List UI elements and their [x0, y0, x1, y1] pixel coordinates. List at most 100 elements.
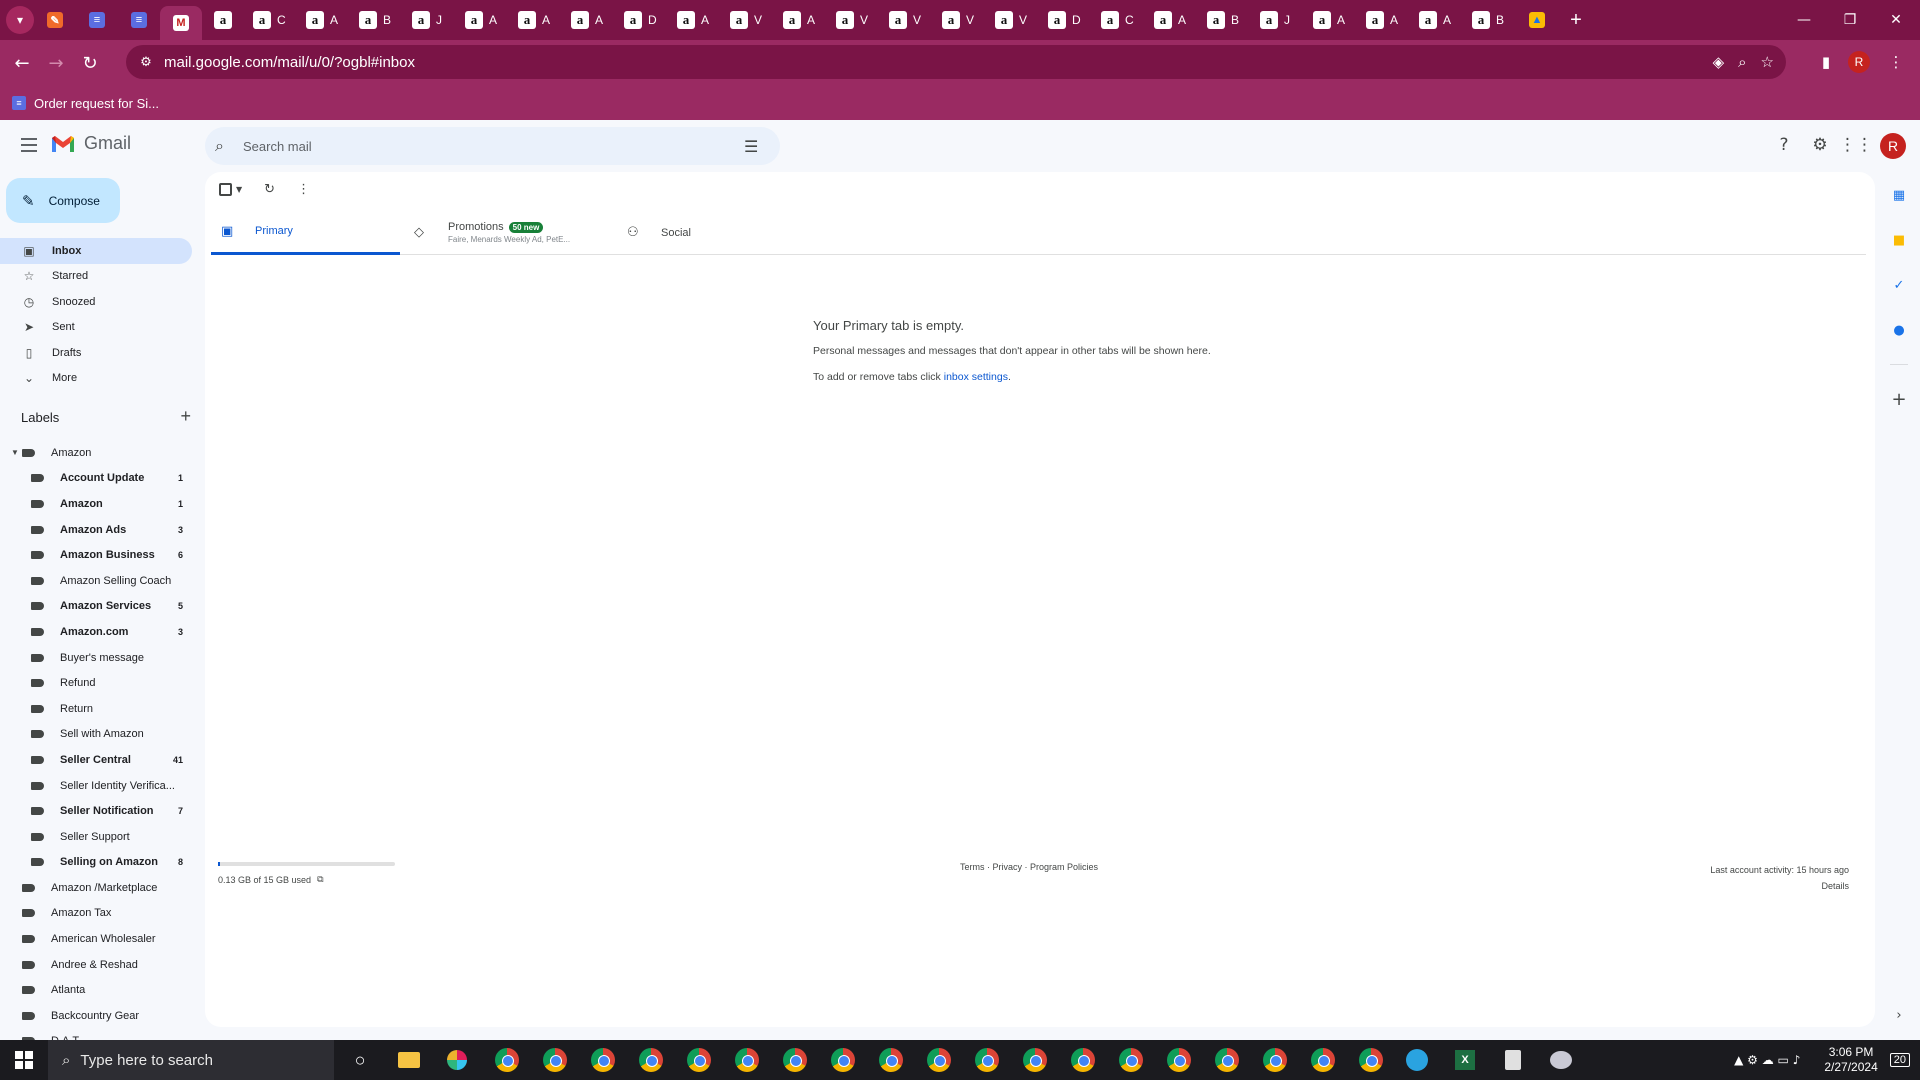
compose-button[interactable]: ✎ Compose: [6, 178, 120, 223]
chrome-taskbar-icon[interactable]: [917, 1040, 961, 1080]
chrome-taskbar-icon[interactable]: [773, 1040, 817, 1080]
label-item[interactable]: Seller Identity Verifica...: [0, 773, 192, 799]
chrome-taskbar-icon[interactable]: [1205, 1040, 1249, 1080]
tab-gmail-active[interactable]: M: [160, 6, 202, 40]
chrome-taskbar-icon[interactable]: [725, 1040, 769, 1080]
tab-primary[interactable]: ▣ Primary: [211, 210, 400, 255]
keep-icon[interactable]: ■: [1890, 231, 1908, 249]
browser-tab[interactable]: aA: [774, 4, 827, 36]
chrome-taskbar-icon[interactable]: [821, 1040, 865, 1080]
clock[interactable]: 3:06 PM 2/27/2024: [1824, 1045, 1877, 1075]
browser-tab[interactable]: aV: [986, 4, 1039, 36]
slack-icon[interactable]: [435, 1040, 479, 1080]
tab[interactable]: a: [202, 4, 244, 36]
chrome-taskbar-icon[interactable]: [1253, 1040, 1297, 1080]
chrome-taskbar-icon[interactable]: [869, 1040, 913, 1080]
select-all-checkbox[interactable]: ▼: [219, 183, 242, 196]
label-item[interactable]: ▼ Amazon: [0, 440, 192, 466]
search-options-icon[interactable]: ☰: [744, 137, 764, 156]
reload-button[interactable]: ↻: [73, 46, 107, 80]
nav-item-more[interactable]: ⌄ More: [0, 366, 192, 392]
label-item[interactable]: Account Update 1: [0, 466, 192, 492]
bookmark-star-icon[interactable]: ☆: [1761, 53, 1774, 71]
label-item[interactable]: Andree & Reshad: [0, 952, 192, 978]
caret-down-icon[interactable]: ▼: [11, 448, 19, 457]
main-menu-button[interactable]: [14, 130, 44, 160]
refresh-icon[interactable]: ↻: [264, 182, 275, 197]
label-item[interactable]: American Wholesaler: [0, 926, 192, 952]
browser-tab[interactable]: aA: [509, 4, 562, 36]
chrome-taskbar-icon[interactable]: [1301, 1040, 1345, 1080]
bookmark-item[interactable]: ≡ Order request for Si...: [12, 96, 159, 111]
more-actions-icon[interactable]: ⋮: [297, 182, 310, 197]
file-explorer-icon[interactable]: [387, 1040, 431, 1080]
label-item[interactable]: Seller Notification 7: [0, 798, 192, 824]
settings-gear-icon[interactable]: ⚙: [1805, 130, 1835, 160]
tab-search-button[interactable]: ▾: [6, 6, 34, 34]
address-bar[interactable]: ⚙ mail.google.com/mail/u/0/?ogbl#inbox ◈…: [126, 45, 1786, 79]
label-item[interactable]: Buyer's message: [0, 645, 192, 671]
browser-tab[interactable]: aA: [456, 4, 509, 36]
footer-links[interactable]: Terms · Privacy · Program Policies: [960, 862, 1098, 872]
chevron-right-icon[interactable]: ›: [1890, 1006, 1908, 1024]
browser-tab[interactable]: aA: [562, 4, 615, 36]
label-item[interactable]: Backcountry Gear: [0, 1003, 192, 1029]
browser-menu-icon[interactable]: ⋮: [1880, 46, 1912, 78]
taskbar-search[interactable]: ⌕ Type here to search: [48, 1040, 334, 1080]
label-item[interactable]: Amazon Tax: [0, 901, 192, 927]
browser-tab[interactable]: aC: [1092, 4, 1145, 36]
browser-tab[interactable]: aV: [827, 4, 880, 36]
label-item[interactable]: Amazon.com 3: [0, 619, 192, 645]
minimize-button[interactable]: —: [1781, 0, 1827, 40]
excel-icon[interactable]: X: [1443, 1040, 1487, 1080]
restore-button[interactable]: ❐: [1827, 0, 1873, 40]
label-item[interactable]: Atlanta: [0, 977, 192, 1003]
extension-icon[interactable]: ◈: [1713, 53, 1725, 71]
open-external-icon[interactable]: ⧉: [317, 874, 323, 885]
side-panel-icon[interactable]: ▮: [1810, 46, 1842, 78]
browser-tab[interactable]: aD: [1039, 4, 1092, 36]
notification-center-icon[interactable]: 20: [1889, 1053, 1910, 1067]
pinned-tab[interactable]: ✎: [34, 4, 76, 36]
browser-tab[interactable]: aJ: [1251, 4, 1304, 36]
browser-tab[interactable]: aJ: [403, 4, 456, 36]
label-item[interactable]: Refund: [0, 670, 192, 696]
browser-tab[interactable]: aV: [933, 4, 986, 36]
calendar-icon[interactable]: ▦: [1890, 186, 1908, 204]
browser-tab[interactable]: aA: [1410, 4, 1463, 36]
chrome-taskbar-icon[interactable]: [581, 1040, 625, 1080]
tab-social[interactable]: ⚇ Social: [627, 210, 807, 255]
tab-promotions[interactable]: ◇ Promotions 50 new Faire, Menards Weekl…: [414, 210, 614, 255]
pinned-tab[interactable]: ≡: [118, 4, 160, 36]
browser-tab[interactable]: aB: [350, 4, 403, 36]
account-avatar[interactable]: R: [1880, 133, 1906, 159]
nav-item-starred[interactable]: ☆ Starred: [0, 264, 192, 290]
inbox-settings-link[interactable]: inbox settings: [944, 371, 1008, 383]
label-item[interactable]: Selling on Amazon 8: [0, 850, 192, 876]
search-input[interactable]: Search mail: [243, 139, 744, 154]
browser-tab[interactable]: aB: [1198, 4, 1251, 36]
label-item[interactable]: Amazon 1: [0, 491, 192, 517]
browser-tab[interactable]: aB: [1463, 4, 1516, 36]
gmail-logo[interactable]: Gmail: [50, 133, 131, 154]
chrome-taskbar-icon[interactable]: [965, 1040, 1009, 1080]
telegram-icon[interactable]: [1395, 1040, 1439, 1080]
help-icon[interactable]: ?: [1769, 130, 1799, 160]
nav-item-drafts[interactable]: ▯ Drafts: [0, 340, 192, 366]
search-icon[interactable]: ⌕: [215, 136, 235, 156]
forward-button[interactable]: →: [39, 46, 73, 80]
chrome-taskbar-icon[interactable]: [1157, 1040, 1201, 1080]
browser-tab[interactable]: aA: [1357, 4, 1410, 36]
tab[interactable]: ▲: [1516, 4, 1558, 36]
contacts-icon[interactable]: ●: [1890, 321, 1908, 339]
label-item[interactable]: Amazon Business 6: [0, 542, 192, 568]
add-on-plus-icon[interactable]: +: [1890, 389, 1908, 410]
snipping-tool-icon[interactable]: [1539, 1040, 1583, 1080]
calculator-icon[interactable]: [1491, 1040, 1535, 1080]
nav-item-snoozed[interactable]: ◷ Snoozed: [0, 289, 192, 315]
new-tab-button[interactable]: +: [1558, 4, 1594, 36]
chrome-taskbar-icon[interactable]: [485, 1040, 529, 1080]
chrome-taskbar-icon[interactable]: [1349, 1040, 1393, 1080]
label-item[interactable]: Amazon /Marketplace: [0, 875, 192, 901]
details-link[interactable]: Details: [1710, 878, 1849, 894]
